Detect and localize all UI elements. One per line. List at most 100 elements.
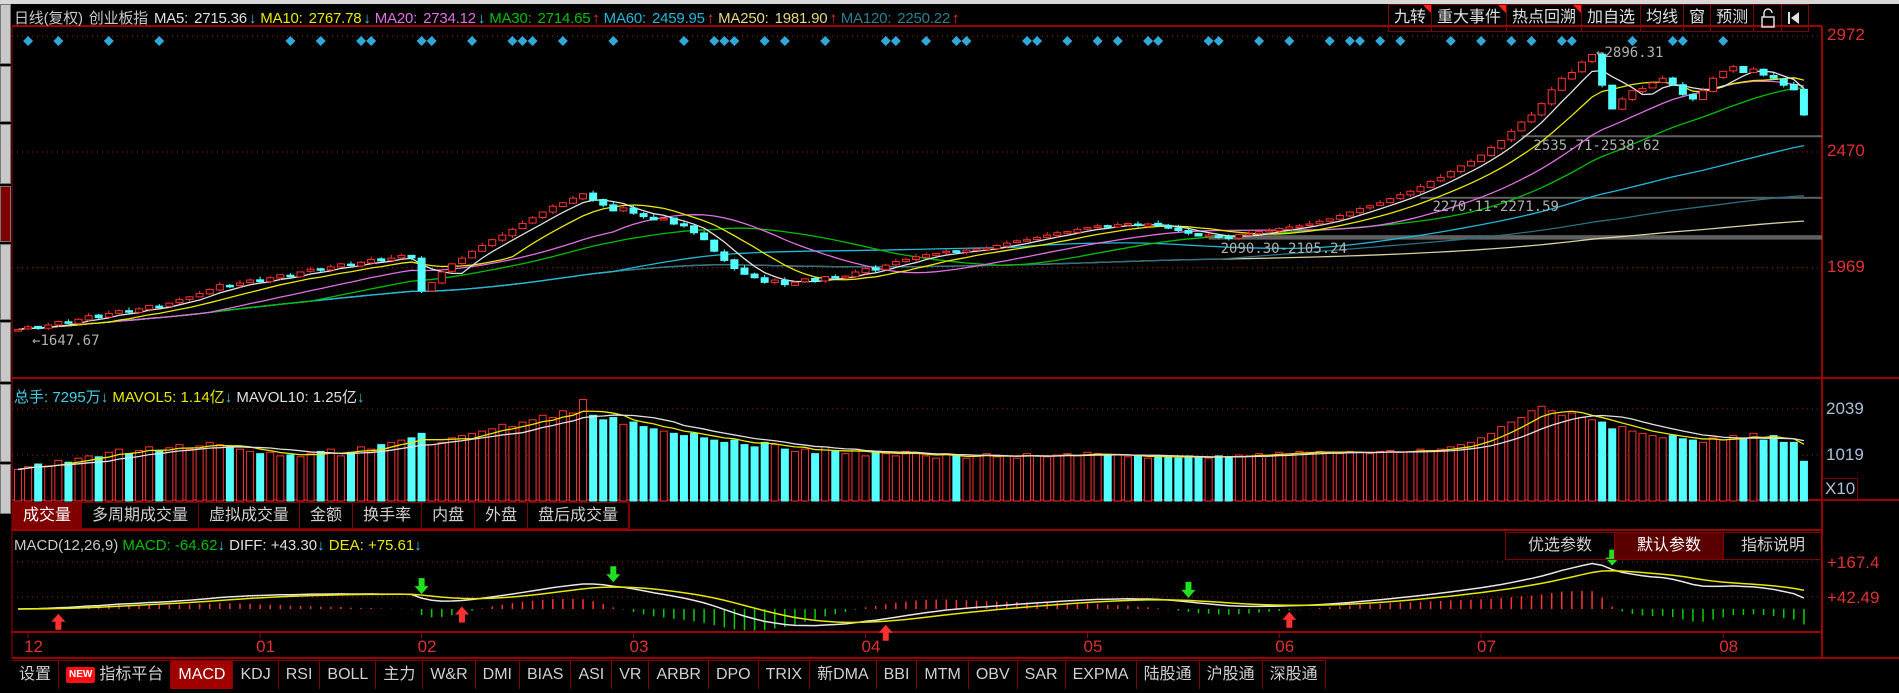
tab-virtual-volume[interactable]: 虚拟成交量 (199, 503, 301, 528)
volume-bar-up (1083, 451, 1092, 502)
tab-mtm[interactable]: MTM (917, 661, 969, 689)
tab-hk-connect[interactable]: 陆股通 (1137, 661, 1200, 689)
hotspot-review-button[interactable]: 热点回溯 (1507, 5, 1583, 31)
indicator-platform-tab[interactable]: NEW 指标平台 (59, 661, 172, 689)
tab-obv[interactable]: OBV (969, 661, 1018, 689)
candle-up (1305, 223, 1314, 227)
index-name: 创业板指 (88, 10, 148, 27)
down-arrow-icon: ↓ (477, 10, 486, 27)
ma-value: 2734.12 (423, 10, 476, 27)
preferred-params-button[interactable]: 优选参数 (1506, 533, 1615, 559)
candle-up (84, 315, 93, 321)
lock-icon[interactable] (1754, 5, 1783, 31)
volume-bar-up (942, 453, 951, 502)
signal-diamond-icon (416, 36, 427, 46)
tab-asi[interactable]: ASI (571, 661, 613, 689)
tab-after-hours-volume[interactable]: 盘后成交量 (528, 503, 630, 528)
tab-new-dma[interactable]: 新DMA (810, 661, 877, 689)
candle-up (447, 263, 456, 272)
volume-bar-down (1174, 457, 1183, 502)
tab-bias[interactable]: BIAS (520, 661, 572, 689)
volume-bar-up (881, 453, 890, 502)
side-tab-6[interactable] (0, 322, 11, 382)
tab-trix[interactable]: TRIX (759, 661, 811, 689)
tab-sar[interactable]: SAR (1018, 661, 1066, 689)
volume-bar-up (1477, 437, 1486, 502)
tab-vr[interactable]: VR (612, 661, 650, 689)
tab-dpo[interactable]: DPO (709, 661, 759, 689)
settings-tab[interactable]: 设置 (12, 661, 60, 689)
tab-inner-volume[interactable]: 内盘 (422, 503, 476, 528)
volume-bar-down (760, 441, 769, 502)
volume-bar-up (528, 419, 537, 502)
signal-diamond-icon (759, 36, 770, 46)
side-tab-4-active[interactable] (0, 186, 11, 242)
volume-bar-down (690, 432, 699, 502)
tab-expma[interactable]: EXPMA (1066, 661, 1137, 689)
signal-diamond-icon (1354, 36, 1365, 46)
tab-sh-connect[interactable]: 沪股通 (1200, 661, 1263, 689)
side-tab-8[interactable] (0, 464, 11, 514)
tab-rsi[interactable]: RSI (279, 661, 321, 689)
indicator-help-button[interactable]: 指标说明 (1724, 533, 1822, 559)
candle-up (558, 202, 567, 207)
signal-diamond-icon (1667, 36, 1678, 46)
tab-turnover[interactable]: 换手率 (353, 503, 423, 528)
candle-down (589, 192, 598, 201)
jiuzhuan-button[interactable]: 九转 (1389, 5, 1433, 31)
candle-up (145, 304, 154, 310)
side-tab-2[interactable] (0, 66, 11, 122)
side-tab-3[interactable] (0, 124, 11, 184)
candle-up (427, 281, 436, 292)
tab-volume[interactable]: 成交量 (13, 503, 83, 528)
default-params-button[interactable]: 默认参数 (1615, 533, 1724, 559)
tab-bbi[interactable]: BBI (877, 661, 918, 689)
candle-up (538, 211, 547, 219)
collapse-arrow-icon[interactable] (1782, 5, 1808, 31)
candle-down (609, 204, 618, 212)
price-axis-label-mid: 2470 (1827, 141, 1865, 160)
tab-kdj[interactable]: KDJ (233, 661, 279, 689)
moving-average-button[interactable]: 均线 (1641, 5, 1685, 31)
tab-sz-connect[interactable]: 深股通 (1263, 661, 1326, 689)
volume-bar-down (1103, 455, 1112, 502)
side-tab-7[interactable] (0, 384, 11, 462)
candle-down (639, 213, 648, 218)
macd-axis-high: +167.4 (1827, 553, 1880, 572)
tab-boll[interactable]: BOLL (320, 661, 377, 689)
candle-up (1315, 220, 1324, 225)
side-tab-5[interactable] (0, 244, 11, 320)
candle-up (861, 268, 870, 274)
volume-bar-up (468, 432, 477, 502)
tab-main-force[interactable]: 主力 (376, 661, 424, 689)
candle-down (740, 267, 749, 275)
side-tab-1[interactable] (0, 4, 11, 64)
tab-dmi[interactable]: DMI (476, 661, 520, 689)
candle-up (1396, 194, 1405, 200)
volume-bar-down (256, 453, 265, 502)
volume-bar-down (34, 463, 43, 502)
volume-bar-down (720, 441, 729, 502)
volume-bar-up (568, 412, 577, 502)
buy-arrow-icon (454, 606, 469, 623)
tab-outer-volume[interactable]: 外盘 (475, 503, 529, 528)
forecast-button[interactable]: 预测 (1711, 5, 1755, 31)
total-volume-label: 总手: (14, 389, 49, 406)
candle-up (1053, 232, 1062, 236)
tab-multi-period-volume[interactable]: 多周期成交量 (82, 503, 200, 528)
tab-arbr[interactable]: ARBR (649, 661, 709, 689)
tab-amount[interactable]: 金额 (300, 503, 354, 528)
volume-bar-up (1285, 453, 1294, 502)
candle-up (508, 228, 517, 237)
volume-bar-up (1618, 426, 1627, 502)
price-axis-label-low: 1969 (1827, 257, 1865, 276)
tab-macd[interactable]: MACD (171, 661, 234, 689)
ma-label: MA250: (718, 10, 769, 27)
add-watchlist-button[interactable]: 加自选 (1582, 5, 1642, 31)
major-events-button[interactable]: 重大事件 (1432, 5, 1508, 31)
signal-diamond-icon (527, 36, 538, 46)
tab-wr[interactable]: W&R (423, 661, 476, 689)
candle-down (871, 267, 880, 271)
candle-down (225, 284, 234, 288)
window-button[interactable]: 窗 (1684, 5, 1712, 31)
